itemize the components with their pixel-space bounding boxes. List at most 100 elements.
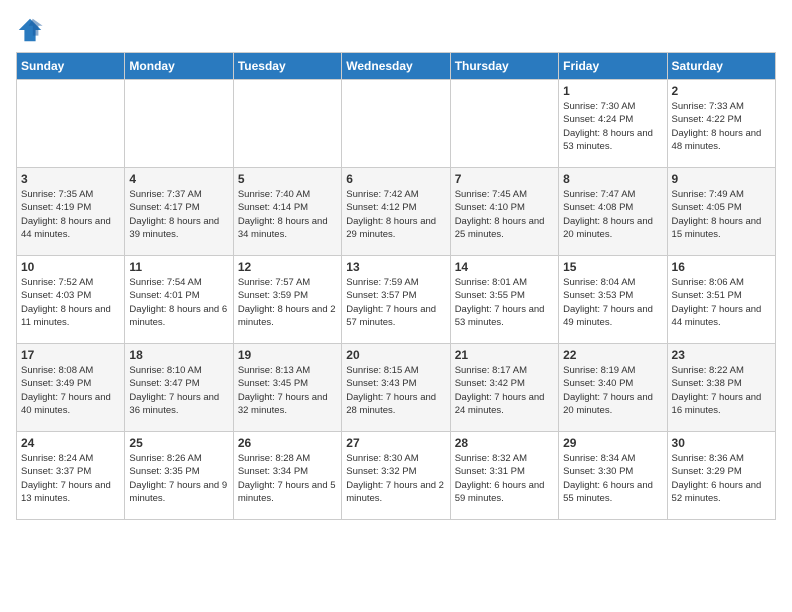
day-number: 18 [129,348,228,362]
day-number: 26 [238,436,337,450]
calendar-week-2: 3 Sunrise: 7:35 AMSunset: 4:19 PMDaylight… [17,168,776,256]
calendar-cell: 7 Sunrise: 7:45 AMSunset: 4:10 PMDaylight… [450,168,558,256]
calendar-cell: 9 Sunrise: 7:49 AMSunset: 4:05 PMDaylight… [667,168,775,256]
calendar-cell [125,80,233,168]
day-info: Sunrise: 7:33 AMSunset: 4:22 PMDaylight:… [672,100,771,153]
day-number: 7 [455,172,554,186]
day-number: 6 [346,172,445,186]
day-number: 23 [672,348,771,362]
day-number: 11 [129,260,228,274]
calendar-cell [450,80,558,168]
calendar-week-3: 10Sunrise: 7:52 AMSunset: 4:03 PMDayligh… [17,256,776,344]
calendar-cell: 25 Sunrise: 8:26 AMSunset: 3:35 PMDayligh… [125,432,233,520]
day-info: Sunrise: 8:19 AMSunset: 3:40 PMDaylight:… [563,364,662,417]
day-number: 8 [563,172,662,186]
day-number: 28 [455,436,554,450]
calendar-cell [342,80,450,168]
calendar-week-5: 24 Sunrise: 8:24 AMSunset: 3:37 PMDayligh… [17,432,776,520]
calendar-week-4: 17 Sunrise: 8:08 AMSunset: 3:49 PMDayligh… [17,344,776,432]
day-number: 15 [563,260,662,274]
calendar-cell: 23 Sunrise: 8:22 AMSunset: 3:38 PMDayligh… [667,344,775,432]
day-number: 13 [346,260,445,274]
day-info: Sunrise: 7:57 AMSunset: 3:59 PMDaylight:… [238,276,337,329]
day-info: Sunrise: 8:28 AMSunset: 3:34 PMDaylight:… [238,452,337,505]
day-info: Sunrise: 8:17 AMSunset: 3:42 PMDaylight:… [455,364,554,417]
calendar-cell: 22 Sunrise: 8:19 AMSunset: 3:40 PMDayligh… [559,344,667,432]
day-info: Sunrise: 8:06 AMSunset: 3:51 PMDaylight:… [672,276,771,329]
day-info: Sunrise: 8:08 AMSunset: 3:49 PMDaylight:… [21,364,120,417]
day-number: 12 [238,260,337,274]
day-info: Sunrise: 7:45 AMSunset: 4:10 PMDaylight:… [455,188,554,241]
day-number: 17 [21,348,120,362]
day-number: 20 [346,348,445,362]
day-info: Sunrise: 8:24 AMSunset: 3:37 PMDaylight:… [21,452,120,505]
day-info: Sunrise: 7:54 AMSunset: 4:01 PMDaylight:… [129,276,228,329]
day-info: Sunrise: 7:47 AMSunset: 4:08 PMDaylight:… [563,188,662,241]
day-number: 22 [563,348,662,362]
calendar-cell: 12 Sunrise: 7:57 AMSunset: 3:59 PMDayligh… [233,256,341,344]
logo-icon [16,16,44,44]
calendar-cell: 1 Sunrise: 7:30 AMSunset: 4:24 PMDaylight… [559,80,667,168]
col-header-friday: Friday [559,53,667,80]
calendar-cell: 3 Sunrise: 7:35 AMSunset: 4:19 PMDaylight… [17,168,125,256]
calendar-cell: 10Sunrise: 7:52 AMSunset: 4:03 PMDayligh… [17,256,125,344]
day-info: Sunrise: 7:35 AMSunset: 4:19 PMDaylight:… [21,188,120,241]
day-info: Sunrise: 8:01 AMSunset: 3:55 PMDaylight:… [455,276,554,329]
calendar-cell: 18Sunrise: 8:10 AMSunset: 3:47 PMDayligh… [125,344,233,432]
day-info: Sunrise: 8:36 AMSunset: 3:29 PMDaylight:… [672,452,771,505]
calendar-cell: 4Sunrise: 7:37 AMSunset: 4:17 PMDaylight… [125,168,233,256]
day-number: 9 [672,172,771,186]
col-header-monday: Monday [125,53,233,80]
calendar-header-row: SundayMondayTuesdayWednesdayThursdayFrid… [17,53,776,80]
day-info: Sunrise: 8:30 AMSunset: 3:32 PMDaylight:… [346,452,445,505]
day-info: Sunrise: 8:22 AMSunset: 3:38 PMDaylight:… [672,364,771,417]
calendar-cell: 24 Sunrise: 8:24 AMSunset: 3:37 PMDayligh… [17,432,125,520]
day-number: 24 [21,436,120,450]
page-header [16,16,776,44]
calendar-cell: 8 Sunrise: 7:47 AMSunset: 4:08 PMDaylight… [559,168,667,256]
day-number: 29 [563,436,662,450]
day-info: Sunrise: 8:15 AMSunset: 3:43 PMDaylight:… [346,364,445,417]
day-info: Sunrise: 7:37 AMSunset: 4:17 PMDaylight:… [129,188,228,241]
day-number: 30 [672,436,771,450]
calendar-cell: 17 Sunrise: 8:08 AMSunset: 3:49 PMDayligh… [17,344,125,432]
day-number: 21 [455,348,554,362]
calendar-week-1: 1 Sunrise: 7:30 AMSunset: 4:24 PMDaylight… [17,80,776,168]
day-number: 25 [129,436,228,450]
calendar-cell: 27 Sunrise: 8:30 AMSunset: 3:32 PMDayligh… [342,432,450,520]
day-number: 19 [238,348,337,362]
calendar-cell: 14 Sunrise: 8:01 AMSunset: 3:55 PMDayligh… [450,256,558,344]
day-info: Sunrise: 7:30 AMSunset: 4:24 PMDaylight:… [563,100,662,153]
calendar-cell: 28Sunrise: 8:32 AMSunset: 3:31 PMDayligh… [450,432,558,520]
calendar-cell: 21 Sunrise: 8:17 AMSunset: 3:42 PMDayligh… [450,344,558,432]
day-info: Sunrise: 8:13 AMSunset: 3:45 PMDaylight:… [238,364,337,417]
calendar-cell [17,80,125,168]
day-number: 10 [21,260,120,274]
calendar-cell: 2 Sunrise: 7:33 AMSunset: 4:22 PMDaylight… [667,80,775,168]
day-number: 3 [21,172,120,186]
calendar-cell [233,80,341,168]
calendar-cell: 15 Sunrise: 8:04 AMSunset: 3:53 PMDayligh… [559,256,667,344]
day-info: Sunrise: 7:49 AMSunset: 4:05 PMDaylight:… [672,188,771,241]
calendar-cell: 5Sunrise: 7:40 AMSunset: 4:14 PMDaylight… [233,168,341,256]
calendar-cell: 30 Sunrise: 8:36 AMSunset: 3:29 PMDayligh… [667,432,775,520]
day-info: Sunrise: 8:04 AMSunset: 3:53 PMDaylight:… [563,276,662,329]
day-number: 2 [672,84,771,98]
col-header-wednesday: Wednesday [342,53,450,80]
day-number: 1 [563,84,662,98]
calendar-cell: 20 Sunrise: 8:15 AMSunset: 3:43 PMDayligh… [342,344,450,432]
calendar-cell: 13 Sunrise: 7:59 AMSunset: 3:57 PMDayligh… [342,256,450,344]
col-header-sunday: Sunday [17,53,125,80]
logo [16,16,48,44]
day-number: 27 [346,436,445,450]
calendar-cell: 11 Sunrise: 7:54 AMSunset: 4:01 PMDayligh… [125,256,233,344]
day-info: Sunrise: 8:34 AMSunset: 3:30 PMDaylight:… [563,452,662,505]
day-number: 5 [238,172,337,186]
day-info: Sunrise: 7:42 AMSunset: 4:12 PMDaylight:… [346,188,445,241]
calendar-cell: 29 Sunrise: 8:34 AMSunset: 3:30 PMDayligh… [559,432,667,520]
day-number: 16 [672,260,771,274]
day-info: Sunrise: 8:26 AMSunset: 3:35 PMDaylight:… [129,452,228,505]
day-number: 14 [455,260,554,274]
col-header-saturday: Saturday [667,53,775,80]
day-info: Sunrise: 7:59 AMSunset: 3:57 PMDaylight:… [346,276,445,329]
